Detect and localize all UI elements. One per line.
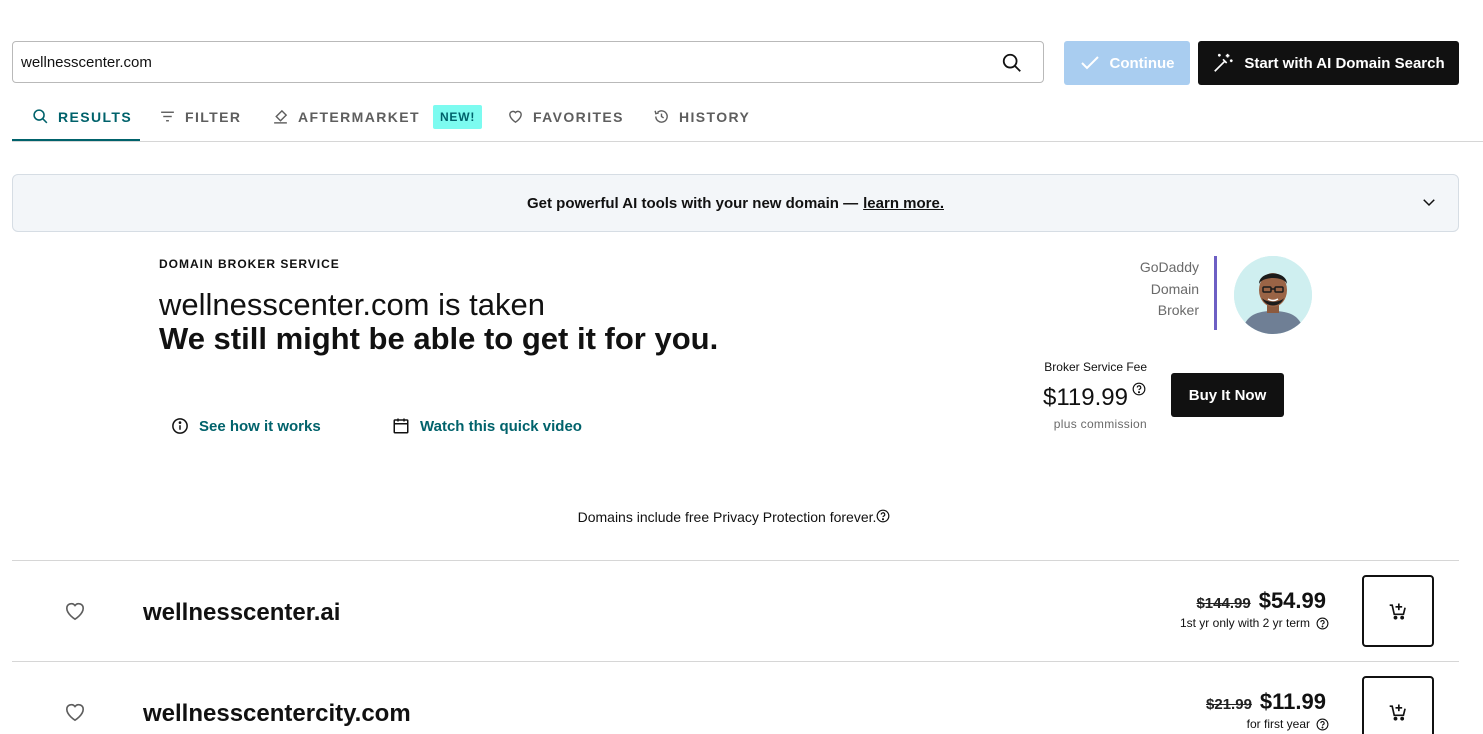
gavel-icon [274, 109, 288, 124]
price-block: $144.99 $54.99 [1196, 588, 1326, 614]
domain-result-row: wellnesscentercity.com $21.99 $11.99 for… [12, 661, 1459, 734]
broker-avatar [1234, 256, 1312, 334]
search-icon[interactable] [1001, 52, 1023, 74]
info-icon [172, 418, 188, 434]
history-icon [654, 110, 668, 123]
add-to-cart-icon [1389, 603, 1406, 620]
original-price: $21.99 [1206, 696, 1252, 713]
tab-results-label: RESULTS [58, 108, 133, 125]
ai-tools-banner: Get powerful AI tools with your new doma… [12, 174, 1459, 232]
domain-name[interactable]: wellnesscenter.ai [143, 599, 340, 627]
ai-domain-search-button[interactable]: Start with AI Domain Search [1198, 41, 1459, 85]
domain-name[interactable]: wellnesscentercity.com [143, 700, 411, 728]
price-term-text: 1st yr only with 2 yr term [1179, 616, 1310, 630]
price-term: 1st yr only with 2 yr term [1180, 616, 1329, 630]
help-icon[interactable] [1316, 718, 1329, 731]
ai-domain-search-label: Start with AI Domain Search [1244, 54, 1445, 72]
domain-result-row: wellnesscenter.ai $144.99 $54.99 1st yr … [12, 560, 1459, 661]
price-term: for first year [1247, 717, 1329, 731]
chevron-down-icon[interactable] [1420, 193, 1438, 211]
domain-search-input[interactable] [21, 42, 981, 82]
tab-aftermarket-label: AFTERMARKET [298, 108, 420, 125]
add-to-cart-button[interactable] [1362, 676, 1434, 734]
domain-broker-label: GoDaddy Domain Broker [1099, 257, 1199, 322]
sale-price: $54.99 [1258, 588, 1326, 613]
tab-history-label: HISTORY [679, 108, 751, 125]
tab-aftermarket[interactable]: AFTERMARKET NEW! [272, 92, 483, 141]
broker-subheading: We still might be able to get it for you… [159, 321, 719, 356]
broker-kicker: DOMAIN BROKER SERVICE [159, 257, 340, 271]
broker-divider [1214, 256, 1217, 330]
magic-wand-icon [1214, 53, 1233, 72]
results-tabs: RESULTS FILTER AFTERMARKET NEW! FAVORITE… [12, 92, 1483, 142]
banner-text: Get powerful AI tools with your new doma… [527, 194, 859, 212]
active-tab-indicator [12, 139, 140, 141]
watch-video-label: Watch this quick video [420, 417, 582, 435]
privacy-note-text: Domains include free Privacy Protection … [577, 509, 877, 525]
tab-filter[interactable]: FILTER [159, 92, 241, 141]
learn-more-link[interactable]: learn more. [863, 195, 944, 212]
broker-fee-commission: plus commission [1053, 417, 1147, 431]
continue-button[interactable]: Continue [1064, 41, 1190, 85]
filter-icon [161, 111, 174, 122]
search-icon [33, 109, 48, 124]
favorite-heart-icon[interactable] [64, 702, 86, 722]
see-how-it-works-label: See how it works [199, 417, 321, 435]
tab-filter-label: FILTER [185, 108, 242, 125]
tab-favorites-label: FAVORITES [533, 108, 624, 125]
broker-label-line: Domain [1150, 280, 1199, 297]
broker-label-line: Broker [1157, 302, 1199, 318]
domain-search-box [12, 41, 1044, 83]
add-to-cart-icon [1389, 704, 1406, 721]
price-block: $21.99 $11.99 [1206, 689, 1326, 715]
favorite-heart-icon[interactable] [64, 601, 86, 621]
help-icon[interactable] [1132, 382, 1146, 396]
see-how-it-works-link[interactable]: See how it works [171, 417, 321, 435]
calendar-icon [393, 418, 409, 434]
broker-fee-label: Broker Service Fee [1044, 360, 1147, 374]
continue-label: Continue [1109, 54, 1175, 72]
tab-history[interactable]: HISTORY [653, 92, 750, 141]
price-term-text: for first year [1246, 717, 1310, 731]
heart-icon [509, 110, 522, 124]
add-to-cart-button[interactable] [1362, 575, 1434, 647]
buy-it-now-button[interactable]: Buy It Now [1171, 373, 1284, 417]
original-price: $144.99 [1196, 595, 1251, 612]
help-icon[interactable] [1316, 617, 1329, 630]
help-icon[interactable] [876, 509, 890, 523]
privacy-note: Domains include free Privacy Protection … [0, 509, 1468, 525]
watch-video-link[interactable]: Watch this quick video [392, 417, 582, 435]
checkmark-icon [1080, 56, 1099, 70]
tab-results[interactable]: RESULTS [32, 92, 132, 141]
broker-fee-price: $119.99 [1043, 384, 1128, 411]
new-badge: NEW! [432, 104, 483, 129]
broker-label-line: GoDaddy [1139, 259, 1199, 275]
tab-favorites[interactable]: FAVORITES [507, 92, 624, 141]
domain-taken-heading: wellnesscenter.com is taken [159, 287, 545, 322]
sale-price: $11.99 [1259, 689, 1326, 714]
